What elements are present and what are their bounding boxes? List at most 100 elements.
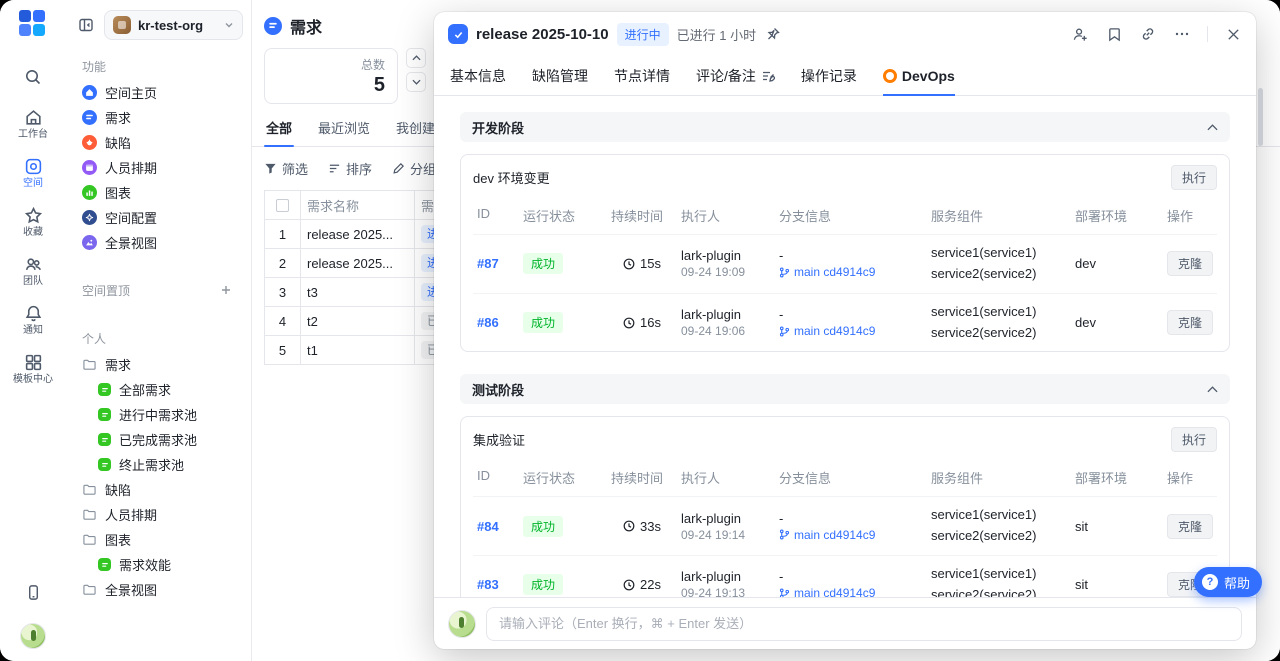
tab-label: DevOps: [902, 68, 955, 84]
org-name: kr-test-org: [138, 18, 217, 33]
search-icon[interactable]: [16, 60, 50, 94]
clone-button[interactable]: 克隆: [1167, 514, 1213, 539]
tab-node-details[interactable]: 节点详情: [614, 56, 670, 95]
tab-operation-log[interactable]: 操作记录: [801, 56, 857, 95]
branch-link[interactable]: main cd4914c9: [779, 265, 923, 279]
tree-folder-defects[interactable]: 缺陷: [72, 477, 245, 502]
requirement-name[interactable]: release 2025...: [307, 227, 393, 242]
sidebar-collapse-icon[interactable]: [74, 13, 98, 37]
sidebar-item-panorama[interactable]: 全景视图: [72, 230, 245, 255]
tree-item-requirement-efficiency[interactable]: 需求效能: [72, 552, 245, 577]
user-avatar[interactable]: [20, 623, 46, 649]
run-id-link[interactable]: #87: [477, 256, 515, 271]
filter-label: 筛选: [282, 159, 308, 178]
service-component: service1(service1): [931, 506, 1067, 525]
clone-button[interactable]: 克隆: [1167, 310, 1213, 335]
sidebar-item-requirements[interactable]: 需求: [72, 105, 245, 130]
tab-comments[interactable]: 评论/备注: [696, 56, 775, 95]
tree-folder-staff-schedule[interactable]: 人员排期: [72, 502, 245, 527]
requirement-name[interactable]: t2: [307, 314, 318, 329]
scroll-down-button[interactable]: [406, 72, 426, 92]
status-badge[interactable]: 进行中: [617, 23, 669, 46]
scrollbar-thumb[interactable]: [1258, 88, 1263, 146]
close-icon[interactable]: [1224, 25, 1242, 43]
col-executor: 执行人: [677, 462, 775, 496]
sidebar-item-charts[interactable]: 图表: [72, 180, 245, 205]
sidebar-item-space-home[interactable]: 空间主页: [72, 80, 245, 105]
branch-link[interactable]: main cd4914c9: [779, 324, 923, 338]
col-duration: 持续时间: [607, 462, 677, 496]
tree-folder-panorama[interactable]: 全景视图: [72, 577, 245, 602]
rail-item-label: 团队: [23, 277, 43, 287]
clock-icon: [623, 579, 635, 591]
sort-button[interactable]: 排序: [328, 159, 372, 178]
tree-folder-charts[interactable]: 图表: [72, 527, 245, 552]
tree-item-all-requirements[interactable]: 全部需求: [72, 377, 245, 402]
pipeline-table: ID 运行状态 持续时间 执行人 分支信息 服务组件 部署环境 操作 #87 成…: [473, 200, 1217, 351]
execute-button[interactable]: 执行: [1171, 165, 1217, 190]
select-all-checkbox[interactable]: [276, 199, 289, 212]
tree-item-terminated-pool[interactable]: 终止需求池: [72, 452, 245, 477]
tab-recent[interactable]: 最近浏览: [316, 118, 372, 146]
doc-icon: [98, 383, 111, 396]
col-branch: 分支信息: [775, 462, 927, 496]
tab-defect-management[interactable]: 缺陷管理: [532, 56, 588, 95]
scroll-up-button[interactable]: [406, 48, 426, 68]
tree-folder-requirements[interactable]: 需求: [72, 352, 245, 377]
comment-input[interactable]: [486, 607, 1242, 641]
filter-button[interactable]: 筛选: [264, 159, 308, 178]
group-button[interactable]: 分组: [392, 159, 436, 178]
help-label: 帮助: [1224, 573, 1250, 592]
run-id-link[interactable]: #86: [477, 315, 515, 330]
execute-button[interactable]: 执行: [1171, 427, 1217, 452]
branch-link[interactable]: main cd4914c9: [779, 528, 923, 542]
requirement-name[interactable]: t3: [307, 285, 318, 300]
doc-icon: [98, 433, 111, 446]
section-test-stage[interactable]: 测试阶段: [460, 374, 1230, 404]
help-button[interactable]: ? 帮助: [1194, 567, 1262, 597]
add-member-icon[interactable]: [1071, 25, 1089, 43]
tab-devops[interactable]: DevOps: [883, 56, 955, 95]
column-header-name: 需求名称: [301, 191, 415, 219]
row-index: 5: [265, 336, 301, 364]
requirement-name[interactable]: t1: [307, 343, 318, 358]
tree-item-inprogress-pool[interactable]: 进行中需求池: [72, 402, 245, 427]
run-id-link[interactable]: #83: [477, 577, 515, 592]
row-index: 3: [265, 278, 301, 306]
pin-icon[interactable]: [764, 25, 782, 43]
branch-name: main cd4914c9: [794, 586, 875, 597]
tree-item-completed-pool[interactable]: 已完成需求池: [72, 427, 245, 452]
sidebar-item-space-config[interactable]: 空间配置: [72, 205, 245, 230]
tab-all[interactable]: 全部: [264, 118, 294, 146]
sidebar-item-defects[interactable]: 缺陷: [72, 130, 245, 155]
section-dev-stage[interactable]: 开发阶段: [460, 112, 1230, 142]
executor-name: lark-plugin: [681, 248, 771, 263]
run-id-link[interactable]: #84: [477, 519, 515, 534]
folder-icon: [82, 583, 97, 596]
section-title: 测试阶段: [472, 380, 524, 399]
rail-item-notifications[interactable]: 通知: [23, 304, 43, 336]
requirement-name[interactable]: release 2025...: [307, 256, 393, 271]
branch-link[interactable]: main cd4914c9: [779, 586, 923, 597]
bookmark-icon[interactable]: [1105, 25, 1123, 43]
rail-item-team[interactable]: 团队: [23, 255, 43, 287]
more-icon[interactable]: [1173, 25, 1191, 43]
workbench-icon: [24, 108, 43, 127]
org-selector[interactable]: kr-test-org: [104, 10, 243, 40]
pipeline-card-test: 集成验证 执行 ID 运行状态 持续时间 执行人 分支信息 服务组件 部署环境 …: [460, 416, 1230, 597]
run-duration: 16s: [640, 315, 661, 330]
link-icon[interactable]: [1139, 25, 1157, 43]
rail-item-space[interactable]: 空间: [23, 157, 43, 189]
rail-item-favorites[interactable]: 收藏: [23, 206, 43, 238]
tree-item-label: 终止需求池: [119, 455, 184, 474]
rail-item-workbench[interactable]: 工作台: [18, 108, 48, 140]
panorama-icon: [82, 235, 97, 250]
mobile-icon[interactable]: [16, 575, 50, 609]
team-icon: [24, 255, 43, 274]
clone-button[interactable]: 克隆: [1167, 251, 1213, 276]
rail-item-template-center[interactable]: 模板中心: [13, 353, 53, 385]
tab-basic-info[interactable]: 基本信息: [450, 56, 506, 95]
sidebar-item-staff-schedule[interactable]: 人员排期: [72, 155, 245, 180]
clock-icon: [623, 520, 635, 532]
add-pinned-icon[interactable]: [217, 281, 235, 299]
